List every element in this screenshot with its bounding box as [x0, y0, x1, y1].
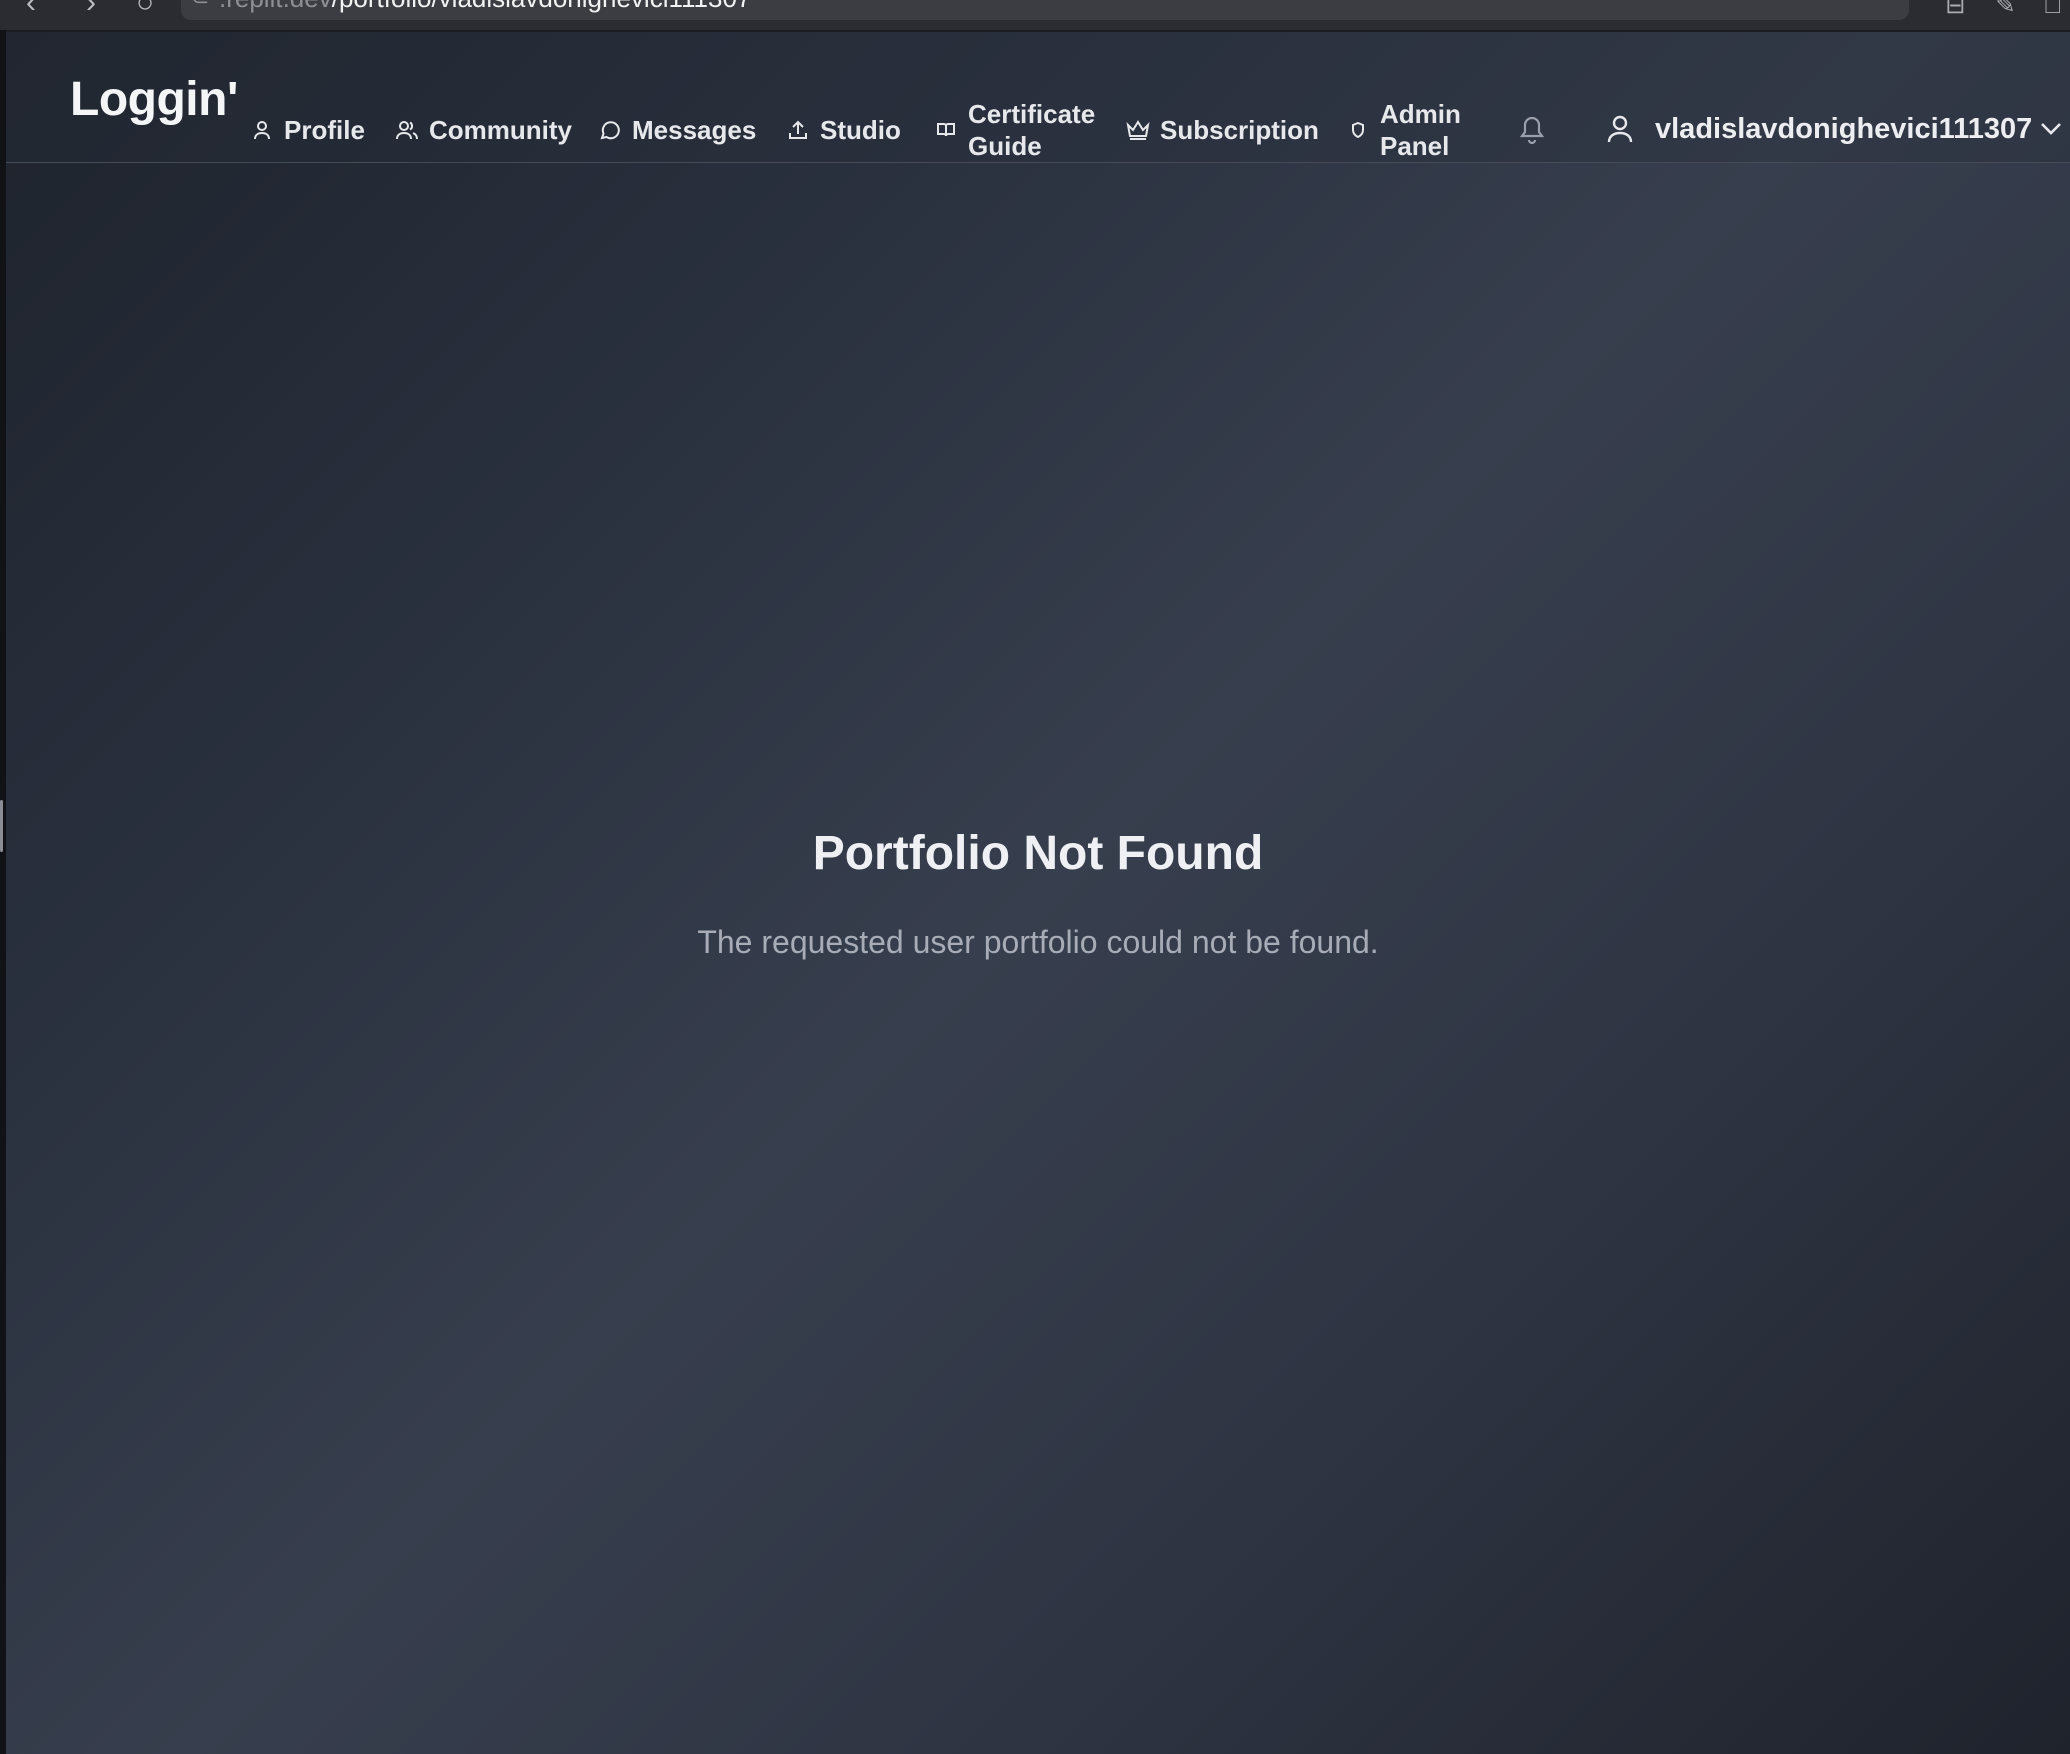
username-label[interactable]: vladislavdonighevici111307 [1655, 112, 2032, 146]
pen-icon[interactable]: ✎ [1995, 0, 2015, 18]
chevron-down-icon[interactable] [2038, 118, 2064, 138]
not-found-message: The requested user portfolio could not b… [697, 924, 1379, 960]
book-icon [934, 118, 958, 142]
nav-certificate-guide-label: Certificate Guide [968, 98, 1095, 162]
nav-admin-panel-line2: Panel [1380, 131, 1450, 161]
crown-icon [1126, 118, 1150, 142]
browser-extensions: ⊟ ✎ □ [1945, 0, 2060, 18]
page-title: Portfolio Not Found [812, 827, 1264, 880]
browser-toolbar: ‹ › ○ ⊂ .replit.dev/portfolio/vladislavd… [0, 0, 2070, 32]
message-circle-icon [598, 118, 622, 142]
nav-subscription[interactable]: Subscription [1126, 114, 1319, 146]
nav-certificate-guide-line1: Certificate [968, 99, 1096, 129]
nav-admin-panel[interactable]: Admin Panel [1346, 98, 1461, 162]
nav-community[interactable]: Community [395, 114, 572, 146]
shield-icon [1346, 118, 1370, 142]
url-text: .replit.dev/portfolio/vladislavdonighevi… [219, 0, 752, 13]
back-icon[interactable]: ‹ [26, 0, 36, 18]
sidebar-resize-handle[interactable] [0, 800, 3, 852]
nav-messages-label: Messages [632, 115, 757, 145]
nav-messages[interactable]: Messages [598, 114, 756, 146]
brand-logo[interactable]: Loggin' [70, 72, 238, 128]
app-root: Loggin' Profile Community Messages Studi… [6, 32, 2070, 1754]
top-navigation: Loggin' Profile Community Messages Studi… [6, 32, 2070, 163]
nav-admin-panel-line1: Admin [1380, 99, 1461, 129]
upload-icon [786, 118, 810, 142]
nav-community-label: Community [429, 115, 572, 145]
site-info-icon[interactable]: ⊂ [191, 0, 209, 10]
nav-subscription-label: Subscription [1160, 115, 1319, 145]
window-icon[interactable]: □ [2046, 0, 2061, 18]
nav-studio-label: Studio [820, 115, 901, 145]
nav-profile-label: Profile [284, 115, 365, 145]
reload-icon[interactable]: ○ [136, 0, 154, 18]
bell-icon[interactable] [1516, 112, 1548, 146]
nav-admin-panel-label: Admin Panel [1380, 98, 1461, 162]
user-icon [250, 118, 274, 142]
screen: ‹ › ○ ⊂ .replit.dev/portfolio/vladislavd… [0, 0, 2070, 1754]
user-icon[interactable] [1605, 114, 1635, 144]
nav-certificate-guide[interactable]: Certificate Guide [934, 98, 1095, 162]
forward-icon[interactable]: › [86, 0, 96, 18]
nav-studio[interactable]: Studio [786, 114, 901, 146]
url-path: /portfolio/vladislavdonighevici111307 [332, 0, 752, 13]
nav-profile[interactable]: Profile [250, 114, 365, 146]
users-icon [395, 118, 419, 142]
url-domain: .replit.dev [219, 0, 332, 13]
screen-share-icon[interactable]: ⊟ [1945, 0, 1965, 18]
address-bar[interactable]: ⊂ .replit.dev/portfolio/vladislavdonighe… [181, 0, 1909, 20]
nav-certificate-guide-line2: Guide [968, 131, 1042, 161]
